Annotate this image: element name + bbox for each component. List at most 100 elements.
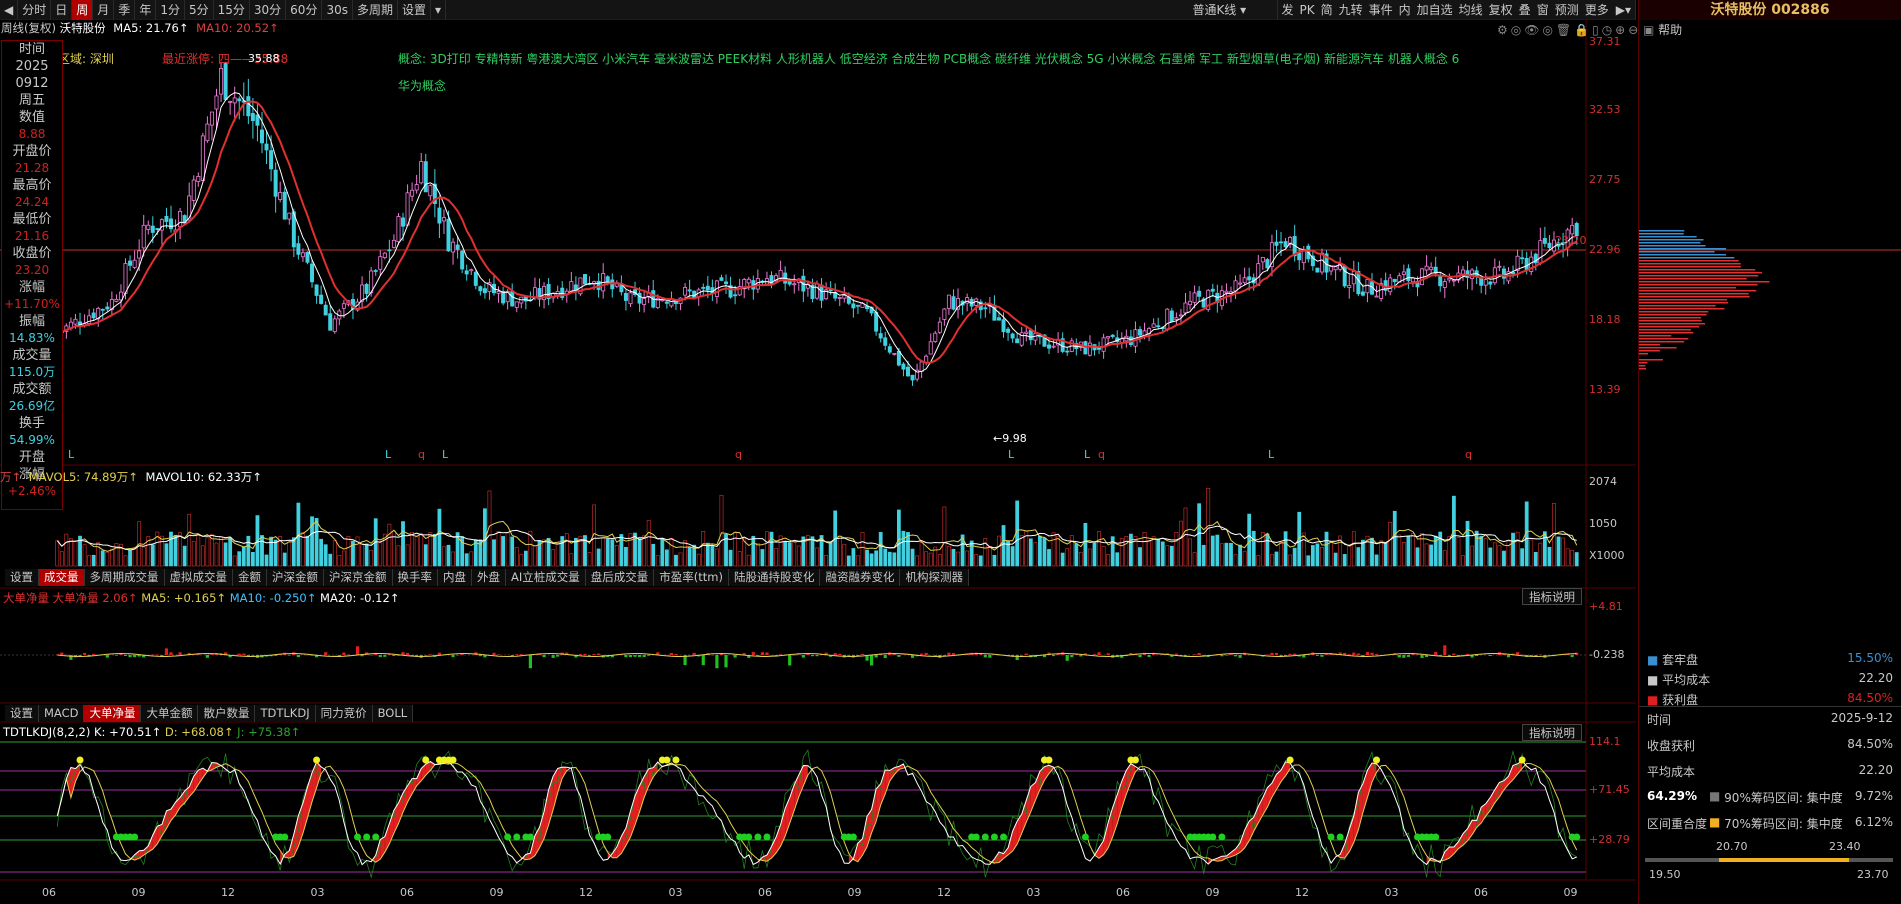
period-tab[interactable]: 月 (93, 0, 115, 20)
volume-bar (1147, 540, 1151, 567)
volume-tab[interactable]: 市盈率(ttm) (654, 569, 729, 586)
candle-body (501, 290, 506, 304)
toolbar-button[interactable]: 发 (1278, 0, 1296, 20)
period-tab[interactable]: 年 (135, 0, 157, 20)
toolbar-button[interactable]: 窗 (1534, 0, 1552, 20)
volume-tab[interactable]: 多周期成交量 (85, 569, 165, 586)
volume-tab[interactable]: 沪深金额 (267, 569, 324, 586)
mavol10-label: MAVOL10: 62.33万↑ (145, 470, 262, 484)
period-tab[interactable]: 1分 (156, 0, 185, 20)
toolbar-button[interactable]: 加自选 (1414, 0, 1456, 20)
indicator-tab[interactable]: 大单净量 (84, 705, 142, 722)
volume-bar (755, 543, 760, 567)
toolbar-button[interactable]: 事件 (1366, 0, 1396, 20)
chip-bar (1639, 251, 1715, 253)
flow-bar (988, 655, 992, 658)
period-tab[interactable]: 60分 (286, 0, 323, 20)
period-tab[interactable]: 多周期 (353, 0, 398, 20)
volume-bar (187, 513, 192, 567)
chip-bar (1639, 308, 1725, 310)
volume-bar (1274, 551, 1279, 567)
indicator-tab[interactable]: 大单金额 (141, 705, 199, 722)
help-row[interactable]: ▣ 帮助 (1639, 20, 1901, 40)
volume-tab[interactable]: 设置 (5, 569, 39, 586)
flow-bar (401, 652, 405, 655)
toolbar-button[interactable]: PK (1296, 0, 1317, 20)
info-label: 换手 (18, 416, 45, 431)
volume-tab[interactable]: 内盘 (438, 569, 472, 586)
volume-tab[interactable]: 金额 (233, 569, 267, 586)
candle-body (273, 169, 278, 197)
period-tab[interactable]: 分时 (18, 0, 52, 20)
toolbar-button[interactable]: 复权 (1486, 0, 1516, 20)
candle-body (1347, 285, 1352, 288)
toolbar-button[interactable]: 九转 (1336, 0, 1366, 20)
volume-tab[interactable]: 盘后成交量 (586, 569, 655, 586)
toolbar-button[interactable]: 简 (1318, 0, 1336, 20)
volume-tab[interactable]: 成交量 (39, 569, 85, 586)
candle-body (828, 289, 833, 292)
volume-bar (1356, 547, 1361, 567)
candle-body (264, 143, 269, 151)
kdj-fill (198, 768, 203, 785)
period-tab[interactable]: 设置 (398, 0, 432, 20)
indicator-help-button-2[interactable]: 指标说明 (1522, 724, 1582, 741)
indicator-tab[interactable]: BOLL (373, 705, 414, 722)
toolbar-button[interactable]: 预测 (1552, 0, 1582, 20)
volume-bar (969, 540, 974, 567)
signal-marker: L (1008, 448, 1015, 461)
period-tab[interactable]: 30分 (250, 0, 287, 20)
indicator-tab[interactable]: 散户数量 (198, 705, 256, 722)
candle-body (1106, 336, 1111, 339)
kdj-fill (1030, 782, 1036, 812)
indicator-tab[interactable]: MACD (39, 705, 85, 722)
volume-tab[interactable]: 融资融券变化 (820, 569, 901, 586)
volume-tab[interactable]: 虚拟成交量 (165, 569, 233, 586)
toolbar-button[interactable]: 叠 (1516, 0, 1534, 20)
flow-bar (756, 655, 760, 656)
indicator-tab[interactable]: TDTLKDJ (255, 705, 316, 722)
period-tab[interactable]: 日 (51, 0, 73, 20)
kdj-buy-dot (763, 833, 771, 841)
candle-body (1233, 280, 1238, 292)
candle-body (910, 374, 915, 381)
volume-bar (1256, 555, 1261, 567)
period-tab[interactable]: 15分 (214, 0, 250, 20)
kdj-sell-dot (76, 756, 84, 764)
kline-type-select[interactable]: 普通K线 ▾ (1188, 0, 1279, 20)
candle-body (146, 224, 151, 230)
indicator-help-button[interactable]: 指标说明 (1522, 588, 1582, 605)
volume-bar (492, 539, 496, 567)
period-tab[interactable]: 周 (72, 0, 94, 20)
candle-body (1392, 279, 1397, 283)
volume-tab[interactable]: AI立桩成交量 (506, 569, 586, 586)
forward-icon[interactable]: ▶▾ (1612, 0, 1636, 20)
chip-bar (1639, 245, 1706, 247)
dropdown-arrow-icon[interactable]: ▾ (431, 0, 447, 20)
period-tab[interactable]: 季 (114, 0, 136, 20)
back-icon[interactable]: ◀ (0, 0, 19, 20)
flow-bar (383, 655, 387, 657)
period-tab[interactable]: 30s (322, 0, 353, 20)
volume-tab[interactable]: 机构探测器 (900, 569, 969, 586)
indicator-tab[interactable]: 同力竞价 (316, 705, 373, 722)
flow-bar (751, 652, 755, 655)
volume-tab[interactable]: 换手率 (393, 569, 438, 586)
volume-bar (1169, 545, 1174, 567)
volume-bar (1106, 554, 1111, 567)
toolbar-button[interactable]: 均线 (1456, 0, 1486, 20)
candle-body (305, 251, 310, 263)
volume-bar (1188, 538, 1192, 567)
candle-body (905, 366, 910, 377)
volume-tab[interactable]: 沪深京金额 (324, 569, 393, 586)
volume-bar (1283, 531, 1288, 567)
toolbar-button[interactable]: 更多 (1582, 0, 1612, 20)
main-chart[interactable] (0, 20, 1636, 904)
volume-bar (1511, 532, 1515, 567)
indicator-tab[interactable]: 设置 (5, 705, 39, 722)
flow-bar (578, 653, 583, 655)
volume-tab[interactable]: 陆股通持股变化 (729, 569, 821, 586)
volume-tab[interactable]: 外盘 (472, 569, 506, 586)
period-tab[interactable]: 5分 (185, 0, 214, 20)
toolbar-button[interactable]: 内 (1396, 0, 1414, 20)
